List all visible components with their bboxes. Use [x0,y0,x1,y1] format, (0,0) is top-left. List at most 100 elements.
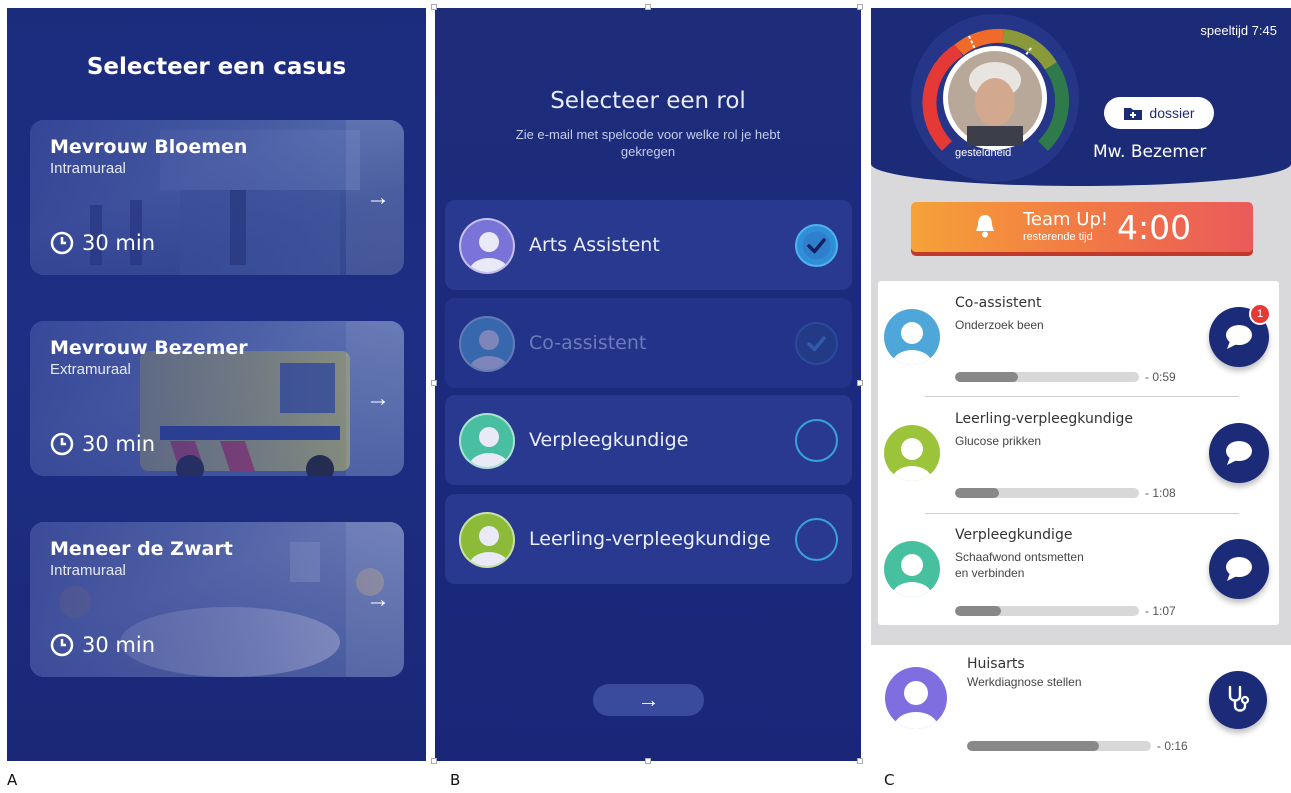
task-list: Co-assistent Onderzoek been - 0:59 1 Lee… [878,281,1279,625]
team-up-banner: Team Up! resterende tijd 4:00 [911,202,1253,252]
task-time-remaining: - 0:16 [1157,739,1188,753]
role-label: Verpleegkundige [529,429,689,451]
team-up-title: Team Up! [1023,209,1109,230]
screen-title: Selecteer een rol [550,88,746,114]
role-option-verpleegkundige[interactable]: Verpleegkundige [445,395,852,485]
selection-handle [857,4,863,10]
patient-header: speeltijd 7:45 gesteldheid dossier Mw. B… [871,8,1291,186]
task-time-remaining: - 1:08 [1145,486,1176,500]
selection-handle [857,758,863,764]
progress-fill [955,372,1018,382]
case-name: Meneer de Zwart [50,538,233,560]
duration-text: 30 min [82,432,155,456]
chat-button[interactable] [1209,539,1269,599]
avatar [459,316,515,372]
case-duration: 30 min [50,432,155,456]
arrow-right-icon[interactable]: → [366,586,390,614]
duration-text: 30 min [82,633,155,657]
list-item[interactable]: Leerling-verpleegkundige Glucose prikken… [878,397,1279,512]
role-option-co-assistent[interactable]: Co-assistent [445,298,852,388]
case-name: Mevrouw Bezemer [50,337,248,359]
bell-icon [976,215,994,238]
avatar [884,309,940,365]
case-card-bezemer[interactable]: Mevrouw Bezemer Extramuraal → 30 min [30,321,404,476]
case-duration: 30 min [50,231,155,255]
avatar [459,512,515,568]
case-type: Intramuraal [50,562,126,579]
case-type: Extramuraal [50,361,131,378]
selection-handle [431,4,437,10]
role-option-arts-assistent[interactable]: Arts Assistent [445,200,852,290]
team-up-timer: 4:00 [1117,208,1192,247]
task-time-remaining: - 0:59 [1145,370,1176,384]
selection-handle [645,4,651,10]
case-card-bloemen[interactable]: Mevrouw Bloemen Intramuraal → 30 min [30,120,404,275]
duration-text: 30 min [82,231,155,255]
role-label: Arts Assistent [529,234,660,256]
role-label: Co-assistent [529,332,647,354]
play-time: speeltijd 7:45 [1200,23,1277,38]
progress-fill [955,606,1001,616]
clock-icon [50,432,74,456]
call-doctor-button[interactable] [1209,671,1267,729]
dossier-label: dossier [1149,105,1195,121]
game-dashboard-screen: speeltijd 7:45 gesteldheid dossier Mw. B… [871,8,1291,761]
stethoscope-icon [1228,685,1250,712]
arrow-right-icon[interactable]: → [366,385,390,413]
patient-name: Mw. Bezemer [1093,142,1207,162]
role-option-leerling-verpleegkundige[interactable]: Leerling-verpleegkundige [445,494,852,584]
selection-handle [645,758,651,764]
avatar [884,425,940,481]
list-item[interactable]: Co-assistent Onderzoek been - 0:59 1 [878,281,1279,396]
chat-bubble-icon [1226,325,1252,349]
avatar [885,667,947,729]
task-description: Glucose prikken [955,434,1042,448]
task-progress-bar [955,372,1139,382]
radio-circle[interactable] [795,419,838,462]
avatar [459,218,515,274]
case-select-screen: Selecteer een casus Mevrouw Bloemen Intr… [7,8,426,761]
selection-handle [857,380,863,386]
task-description: Schaafwond ontsmetten en verbinden [955,550,1084,580]
avatar [459,413,515,469]
role-label: Leerling-verpleegkundige [529,528,771,550]
folder-add-icon [1124,108,1143,120]
selection-handle [431,758,437,764]
progress-fill [967,741,1100,751]
chat-bubble-icon [1226,441,1252,465]
task-progress-bar [955,606,1139,616]
chat-button[interactable] [1209,423,1269,483]
arrow-right-icon[interactable]: → [366,184,390,212]
clock-icon [50,231,74,255]
task-role: Co-assistent [955,295,1042,311]
screen-title: Selecteer een casus [86,54,347,80]
radio-circle[interactable] [795,518,838,561]
case-name: Mevrouw Bloemen [50,136,248,158]
team-up-subtitle: resterende tijd [1023,231,1093,243]
avatar [884,541,940,597]
task-time-remaining: - 1:07 [1145,604,1176,618]
case-card-de-zwart[interactable]: Meneer de Zwart Intramuraal → 30 min [30,522,404,677]
health-label: gesteldheid [955,147,1012,159]
chat-bubble-icon [1226,557,1252,581]
task-progress-bar [967,741,1151,751]
list-item[interactable]: Verpleegkundige Schaafwond ontsmetten en… [878,513,1279,628]
task-description: Onderzoek been [955,318,1044,332]
progress-fill [955,488,1000,498]
task-role: Leerling-verpleegkundige [955,411,1133,427]
checkmark-icon [795,322,838,365]
screen-subtitle: Zie e-mail met spelcode voor welke rol j… [515,127,781,159]
huisarts-row[interactable]: Huisarts Werkdiagnose stellen - 0:16 [871,645,1291,761]
case-duration: 30 min [50,633,155,657]
selection-handle [431,380,437,386]
next-button[interactable]: → [593,684,704,716]
dossier-button[interactable]: dossier [1104,97,1214,129]
panel-caption-c: C [884,771,895,789]
arrow-right-icon: → [637,687,660,712]
role-select-screen: Selecteer een rol Zie e-mail met spelcod… [435,8,861,761]
case-type: Intramuraal [50,160,126,177]
panel-caption-a: A [7,771,18,789]
unread-badge: 1 [1249,303,1271,325]
checkmark-icon[interactable] [795,224,838,267]
clock-icon [50,633,74,657]
